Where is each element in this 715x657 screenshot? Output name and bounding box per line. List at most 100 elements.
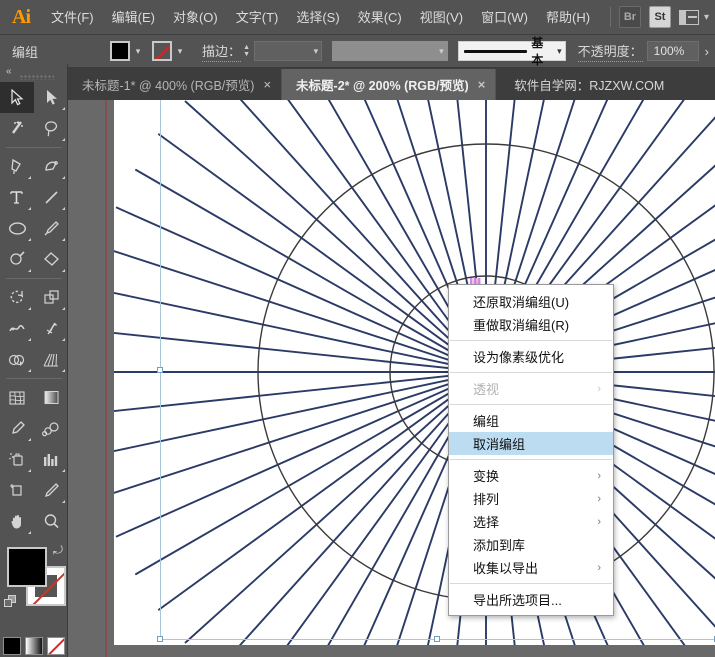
opacity-input[interactable]: 100% [646,41,699,61]
context-menu-item-3: 透视 › [449,377,613,400]
menu-item-4[interactable]: 选择(S) [287,0,348,35]
tool-grid [0,82,67,537]
context-menu-item-6[interactable]: 变换 › [449,464,613,487]
shape-builder-tool[interactable] [0,344,34,375]
menu-item-8[interactable]: 帮助(H) [537,0,599,35]
curvature-tool[interactable] [34,151,68,182]
tool-expand-corner-icon [28,469,31,472]
fill-dropdown-chevron-icon[interactable]: ▾ [130,41,146,61]
context-menu-item-0[interactable]: 还原取消编组(U) [449,290,613,313]
context-menu-item-10[interactable]: 收集以导出 › [449,556,613,579]
context-menu-item-1[interactable]: 重做取消编组(R) [449,313,613,336]
menu-item-0[interactable]: 文件(F) [42,0,103,35]
selection-handle-bottom-left[interactable] [157,636,163,642]
collapse-panel-icon[interactable]: « [6,66,11,77]
magic-wand-tool[interactable] [0,113,34,144]
menu-item-1[interactable]: 编辑(E) [103,0,164,35]
stock-button[interactable]: St [648,6,671,28]
stroke-swatch-group[interactable]: ▾ [151,41,188,61]
ellipse-tool[interactable] [0,213,34,244]
close-icon[interactable]: × [263,78,271,91]
submenu-arrow-icon: › [597,382,601,395]
none-color-button[interactable] [46,637,65,655]
perspective-grid-tool[interactable] [34,344,68,375]
fill-swatch-group[interactable]: ▾ [109,41,146,61]
tools-panel-header: « [0,64,67,82]
canvas-area[interactable] [68,100,715,657]
context-menu-separator [450,404,612,405]
selection-handle-bottom-center[interactable] [434,636,440,642]
context-menu-separator [450,372,612,373]
solid-color-button[interactable] [2,637,21,655]
artboard[interactable] [114,100,715,645]
context-menu-item-2[interactable]: 设为像素级优化 [449,345,613,368]
context-menu-separator [450,340,612,341]
close-icon[interactable]: × [478,78,486,91]
context-menu-item-4[interactable]: 编组 [449,409,613,432]
tool-expand-corner-icon [28,238,31,241]
context-menu-item-11[interactable]: 导出所选项目... [449,588,613,611]
rotate-tool[interactable] [0,282,34,313]
artboard-tool[interactable] [0,475,34,506]
context-menu-item-8[interactable]: 选择 › [449,510,613,533]
lasso-tool[interactable] [34,113,68,144]
document-tab-1[interactable]: 未标题-2* @ 200% (RGB/预览) × [282,69,497,100]
eraser-tool[interactable] [34,244,68,275]
menu-item-5[interactable]: 效果(C) [349,0,411,35]
width-tool[interactable] [0,313,34,344]
free-transform-tool[interactable] [34,313,68,344]
type-tool[interactable] [0,182,34,213]
shaper-tool[interactable] [0,244,34,275]
scale-tool[interactable] [34,282,68,313]
blend-tool[interactable] [34,413,68,444]
stroke-weight-label: 描边： [201,41,241,62]
control-bar-overflow-arrow[interactable]: › [699,44,715,59]
menu-item-6[interactable]: 视图(V) [411,0,472,35]
context-menu-item-5[interactable]: 取消编组 [449,432,613,455]
stroke-weight-stepper[interactable]: ▲ ▼ [241,41,252,61]
bridge-button[interactable]: Br [618,6,641,28]
pen-tool[interactable] [0,151,34,182]
menu-items: 文件(F) 编辑(E) 对象(O) 文字(T) 选择(S) 效果(C) 视图(V) 窗口(W)… [42,0,599,35]
default-fill-stroke-icon[interactable] [4,595,17,608]
menu-item-3[interactable]: 文字(T) [227,0,288,35]
stroke-weight-input[interactable]: ▾ [254,41,323,61]
context-menu-item-7[interactable]: 排列 › [449,487,613,510]
context-menu[interactable]: 还原取消编组(U) 重做取消编组(R) 设为像素级优化 透视 › 编组取消编组变换 › 排列 ›… [448,284,614,616]
brush-definition-dropdown[interactable]: ▾ [332,41,448,61]
swap-fill-stroke-icon[interactable]: ⤾ [53,543,63,558]
menu-item-7[interactable]: 窗口(W) [472,0,537,35]
gradient-button[interactable] [24,637,43,655]
tool-divider [6,278,62,279]
selection-tool[interactable] [0,82,34,113]
symbol-sprayer-tool[interactable] [0,444,34,475]
paintbrush-tool[interactable] [34,213,68,244]
menu-item-2[interactable]: 对象(O) [164,0,227,35]
mesh-tool[interactable] [0,382,34,413]
context-menu-item-9[interactable]: 添加到库 [449,533,613,556]
artboard-edge-guide [105,100,107,657]
submenu-arrow-icon: › [597,561,601,574]
gradient-tool[interactable] [34,382,68,413]
tool-expand-corner-icon [28,207,31,210]
panel-drag-handle[interactable] [20,75,54,80]
zoom-tool[interactable] [34,506,68,537]
fill-swatch[interactable] [109,41,130,61]
hand-tool[interactable] [0,506,34,537]
chevron-down-icon: ▾ [313,45,319,56]
context-menu-item-label: 添加到库 [473,538,526,553]
eyedropper-tool[interactable] [0,413,34,444]
direct-selection-tool[interactable] [34,82,68,113]
slice-tool[interactable] [34,475,68,506]
line-segment-tool[interactable] [34,182,68,213]
stroke-swatch[interactable] [151,41,172,61]
fill-color-box[interactable] [7,547,47,587]
workspace-switcher[interactable]: ▾ [678,9,709,25]
selection-handle-left-middle[interactable] [157,367,163,373]
variable-width-profile-dropdown[interactable]: 基本 ▾ [457,36,566,67]
stroke-dropdown-chevron-icon[interactable]: ▾ [172,41,188,61]
column-graph-tool[interactable] [34,444,68,475]
tool-expand-corner-icon [62,238,65,241]
context-menu-item-label: 编组 [473,414,500,429]
document-tab-0[interactable]: 未标题-1* @ 400% (RGB/预览) × [68,69,283,100]
